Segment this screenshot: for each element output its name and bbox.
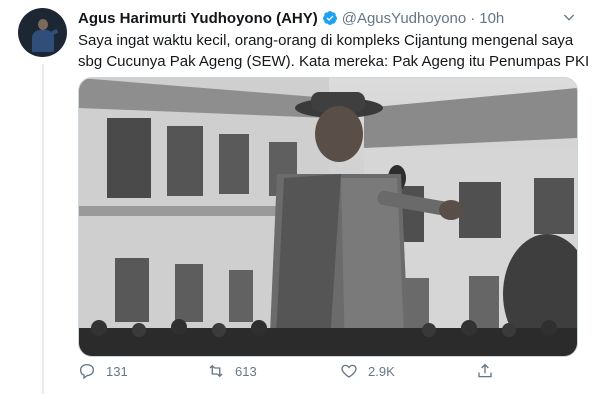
avatar-figure-head [38, 19, 48, 30]
tweet-card[interactable]: Agus Harimurti Yudhoyono (AHY) @AgusYudh… [0, 0, 600, 399]
header-separator: · [470, 9, 476, 27]
reply-button[interactable]: 131 [78, 362, 128, 380]
author-handle[interactable]: @AgusYudhoyono [342, 10, 467, 27]
like-button[interactable]: 2.9K [340, 362, 395, 380]
reply-icon [79, 363, 95, 380]
verified-badge-icon [322, 11, 337, 25]
retweet-icon [209, 364, 223, 378]
tweet-header: Agus Harimurti Yudhoyono (AHY) @AgusYudh… [78, 8, 504, 28]
tweet-photo[interactable] [78, 77, 578, 357]
tweet-actions: 131 613 2.9K [78, 362, 508, 388]
tweet-text-line: sbg Cucunya Pak Ageng (SEW). Kata mereka… [78, 53, 590, 70]
thread-line [42, 64, 44, 394]
reply-count: 131 [106, 363, 128, 379]
chevron-down-icon[interactable] [561, 9, 577, 25]
retweet-button[interactable]: 613 [207, 362, 257, 380]
like-count: 2.9K [368, 363, 395, 379]
heart-icon [341, 364, 357, 378]
share-button[interactable] [476, 362, 504, 380]
share-icon [478, 363, 492, 378]
author-name[interactable]: Agus Harimurti Yudhoyono (AHY) [78, 10, 318, 27]
retweet-count: 613 [235, 363, 257, 379]
black-and-white-photo [79, 78, 577, 356]
tweet-text: Saya ingat waktu kecil, orang-orang di k… [78, 30, 590, 72]
tweet-text-line: Saya ingat waktu kecil, orang-orang di k… [78, 32, 574, 49]
avatar[interactable] [18, 8, 67, 57]
tweet-timestamp[interactable]: 10h [479, 10, 504, 27]
